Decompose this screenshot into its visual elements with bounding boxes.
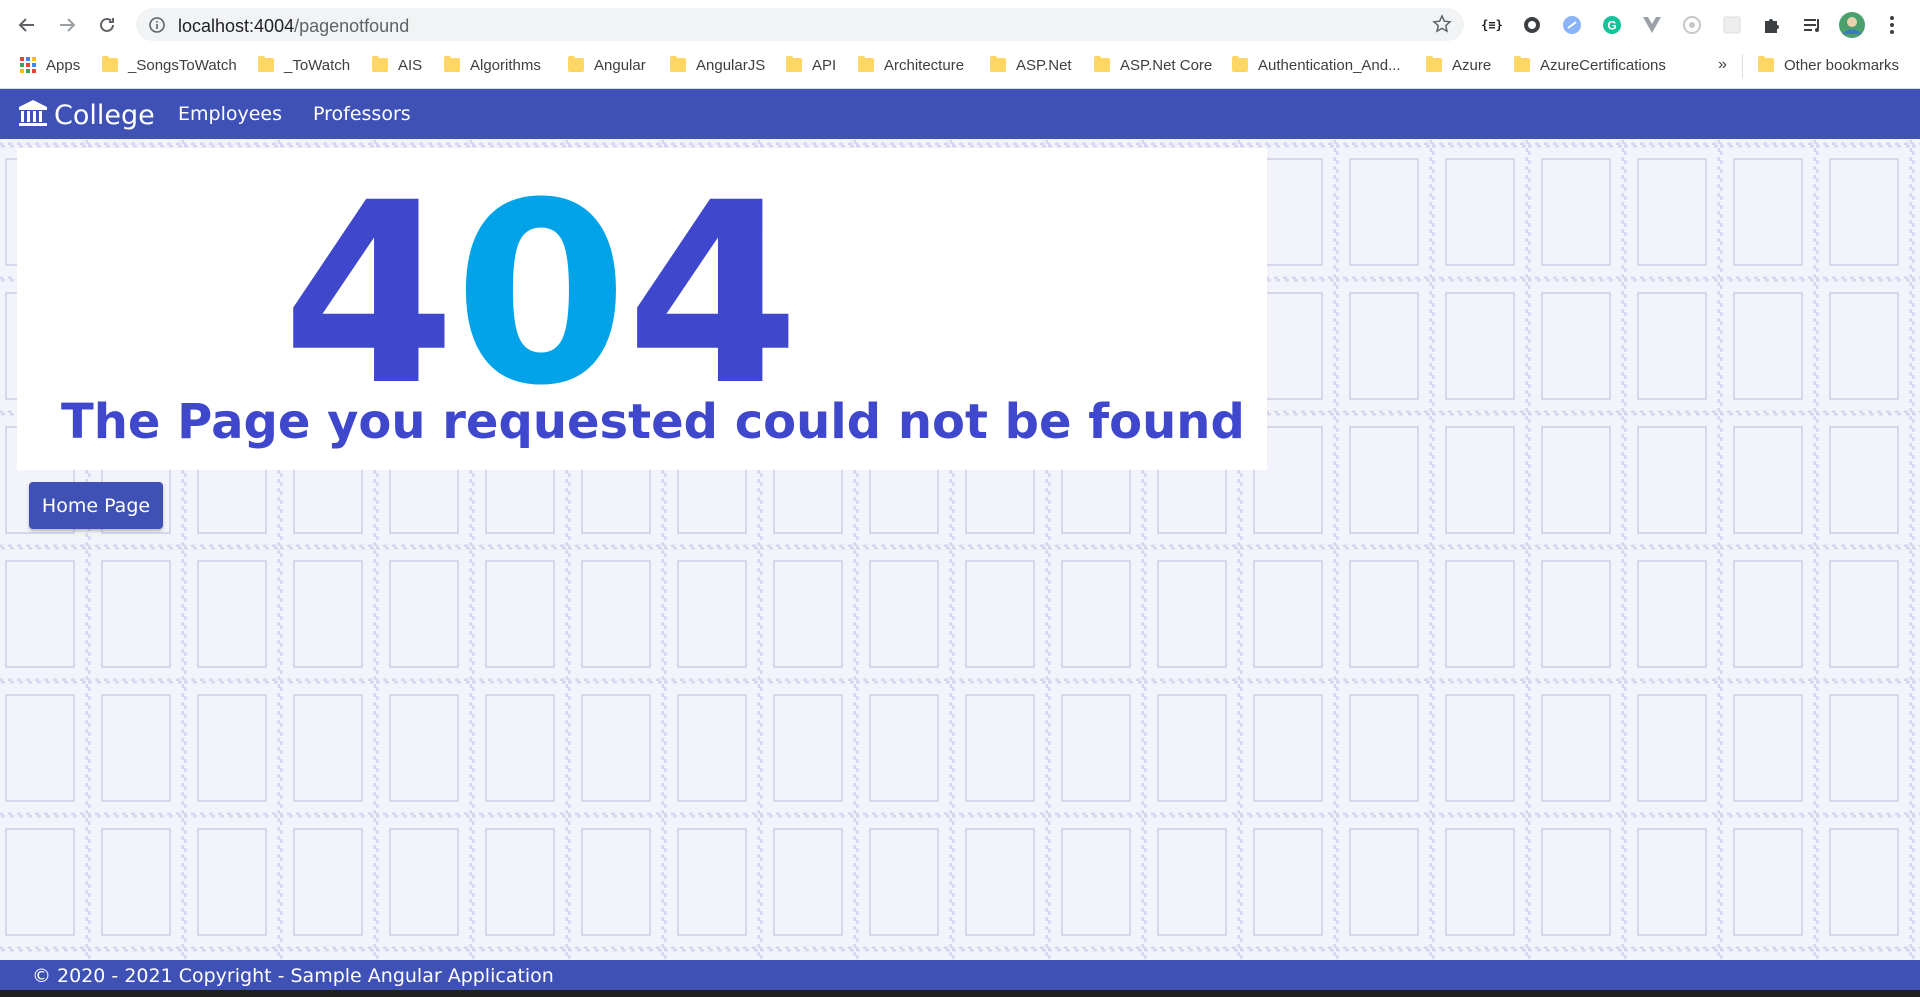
bookmark-folder[interactable]: Azure xyxy=(1426,54,1491,76)
folder-icon xyxy=(1232,56,1248,72)
bookmark-label: API xyxy=(812,56,837,74)
bookmark-folder[interactable]: _ToWatch xyxy=(258,54,350,76)
browser-toolbar: localhost:4004/pagenotfound {≡} G xyxy=(0,4,1920,45)
bookmark-label: AzureCertifications xyxy=(1540,56,1666,74)
folder-icon xyxy=(670,56,686,72)
url-text: localhost:4004/pagenotfound xyxy=(178,16,409,37)
site-info-icon[interactable] xyxy=(148,16,166,39)
bookmark-folder[interactable]: API xyxy=(786,54,836,76)
bookmark-folder[interactable]: Authentication_And... xyxy=(1232,54,1401,76)
brand-link[interactable]: College xyxy=(18,99,155,132)
reading-list-icon[interactable] xyxy=(1800,13,1824,37)
nav-link-professors[interactable]: Professors xyxy=(313,103,411,125)
bookmark-folder[interactable]: Architecture xyxy=(858,54,964,76)
bookmark-folder[interactable]: ASP.Net xyxy=(990,54,1072,76)
folder-icon xyxy=(1758,56,1774,72)
blank-extension-icon[interactable] xyxy=(1720,13,1744,37)
page-content: 404 The Page you requested could not be … xyxy=(0,139,1920,960)
folder-icon xyxy=(1514,56,1530,72)
bookmark-label: _ToWatch xyxy=(284,56,351,74)
kebab-menu-icon[interactable] xyxy=(1880,13,1904,37)
sync-extension-icon[interactable] xyxy=(1560,13,1584,37)
folder-icon xyxy=(990,56,1006,72)
folder-icon xyxy=(372,56,388,72)
bookmark-label: Apps xyxy=(46,56,81,74)
back-arrow-icon[interactable] xyxy=(12,10,42,40)
url-path: /pagenotfound xyxy=(294,16,410,36)
not-found-message: The Page you requested could not be foun… xyxy=(61,394,1245,450)
bookmark-label: ASP.Net Core xyxy=(1120,56,1213,74)
forward-arrow-icon[interactable] xyxy=(52,10,82,40)
error-code-404: 404 xyxy=(282,170,800,420)
bookmark-folder[interactable]: Angular xyxy=(568,54,646,76)
grammarly-icon[interactable]: G xyxy=(1600,13,1624,37)
bookmark-label: Azure xyxy=(1452,56,1492,74)
brand-name: College xyxy=(54,100,155,131)
camera-extension-icon[interactable] xyxy=(1680,13,1704,37)
bookmark-label: AIS xyxy=(398,56,423,74)
bookmark-star-icon[interactable] xyxy=(1432,14,1452,39)
bookmark-label: _SongsToWatch xyxy=(128,56,237,74)
bookmark-apps[interactable]: Apps xyxy=(20,54,80,76)
bookmark-label: AngularJS xyxy=(696,56,766,74)
bookmark-label: Authentication_And... xyxy=(1258,56,1401,74)
bank-building-icon xyxy=(18,99,48,132)
profile-avatar-icon[interactable] xyxy=(1838,11,1866,39)
bookmark-folder[interactable]: ASP.Net Core xyxy=(1094,54,1212,76)
error-card: 404 The Page you requested could not be … xyxy=(17,148,1267,470)
folder-icon xyxy=(444,56,460,72)
address-bar[interactable]: localhost:4004/pagenotfound xyxy=(136,8,1464,41)
bookmark-folder[interactable]: _SongsToWatch xyxy=(102,54,237,76)
folder-icon xyxy=(568,56,584,72)
bookmark-label: Architecture xyxy=(884,56,965,74)
svg-text:G: G xyxy=(1607,19,1616,33)
folder-icon xyxy=(102,56,118,72)
url-host: localhost:4004 xyxy=(178,16,295,36)
json-formatter-icon[interactable]: {≡} xyxy=(1480,13,1504,37)
app-navbar: College Employees Professors xyxy=(0,89,1920,139)
puzzle-piece-icon[interactable] xyxy=(1760,13,1784,37)
bookmark-folder[interactable]: Algorithms xyxy=(444,54,541,76)
folder-icon xyxy=(1094,56,1110,72)
bookmark-label: Algorithms xyxy=(470,56,541,74)
vue-devtools-icon[interactable] xyxy=(1640,13,1664,37)
bookmark-folder[interactable]: AzureCertifications xyxy=(1514,54,1666,76)
apps-grid-icon xyxy=(20,57,36,73)
other-bookmarks[interactable]: Other bookmarks xyxy=(1758,54,1899,76)
bookmarks-bar: Apps _SongsToWatch _ToWatch AIS Algorith… xyxy=(0,50,1920,80)
os-taskbar-strip xyxy=(0,990,1920,997)
folder-icon xyxy=(858,56,874,72)
home-page-button[interactable]: Home Page xyxy=(29,482,163,529)
bookmark-label: Angular xyxy=(594,56,646,74)
other-bookmarks-label: Other bookmarks xyxy=(1784,56,1900,74)
copyright-text: © 2020 - 2021 Copyright - Sample Angular… xyxy=(32,965,554,987)
bookmarks-divider xyxy=(1742,54,1743,78)
folder-icon xyxy=(786,56,802,72)
folder-icon xyxy=(258,56,274,72)
reload-icon[interactable] xyxy=(92,10,122,40)
bookmark-label: ASP.Net xyxy=(1016,56,1072,74)
folder-icon xyxy=(1426,56,1442,72)
browser-chrome: localhost:4004/pagenotfound {≡} G Apps _… xyxy=(0,0,1920,89)
nav-link-employees[interactable]: Employees xyxy=(178,103,282,125)
app-footer: © 2020 - 2021 Copyright - Sample Angular… xyxy=(0,960,1920,990)
bookmark-folder[interactable]: AIS xyxy=(372,54,422,76)
bookmark-folder[interactable]: AngularJS xyxy=(670,54,765,76)
bookmarks-overflow-button[interactable]: » xyxy=(1718,54,1727,76)
circle-extension-icon[interactable] xyxy=(1520,13,1544,37)
